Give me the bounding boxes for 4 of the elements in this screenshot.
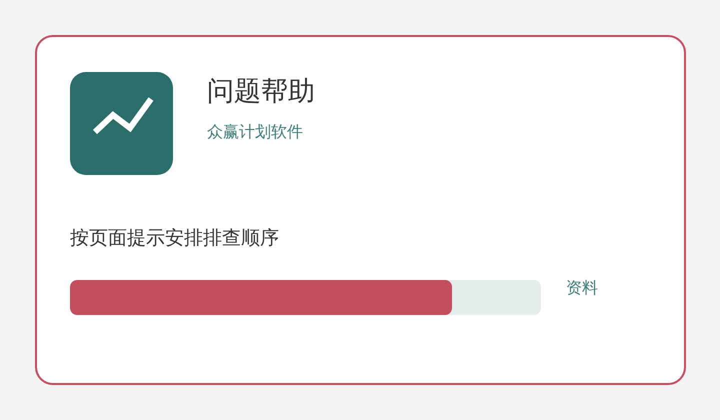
app-subtitle: 众赢计划软件 [207, 122, 304, 143]
app-title: 问题帮助 [207, 75, 315, 109]
instruction-text: 按页面提示安排排查顺序 [70, 226, 280, 251]
progress-label: 资料 [566, 278, 598, 299]
